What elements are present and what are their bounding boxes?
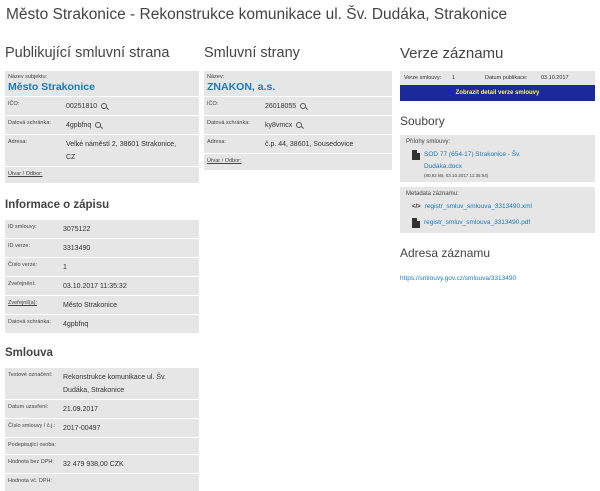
publisher-ds: 4gpbfnq	[63, 116, 104, 134]
xml-item[interactable]: </> registr_smluv_smlouva_3313490.xml	[412, 201, 591, 213]
party-ds: ky8vmcx	[262, 116, 305, 134]
info-value: 1	[63, 264, 67, 271]
party-address: č.p. 44, 38601, Sousedovice	[265, 141, 354, 148]
metadata-box: Metadata záznamu: </> registr_smluv_smlo…	[400, 187, 595, 233]
publisher-box: Název subjektu: Město Strakonice IČO: 00…	[5, 71, 199, 183]
info-value: 03.10.2017 11:35:32	[63, 283, 127, 290]
publisher-ico: 00251810	[63, 97, 110, 115]
party-name-label: Název:	[207, 74, 225, 80]
contract-label: Datum uzavření:	[8, 404, 49, 410]
info-label: Číslo verze:	[8, 262, 38, 268]
party-ds-label: Datová schránka:	[207, 120, 250, 126]
version-box: Verze smlouvy: 1 Datum publikace: 03.10.…	[400, 71, 595, 85]
info-label: Zveřejnění:	[8, 281, 36, 287]
contract-label: Hodnota vč. DPH:	[8, 478, 53, 484]
publication-date: 03.10.2017	[541, 75, 569, 81]
middle-column: Smluvní strany Název: ZNAKON, a.s. IČO: …	[204, 45, 392, 170]
contract-label: Hodnota bez DPH:	[8, 459, 54, 465]
info-heading: Informace o zápisu	[5, 199, 110, 211]
contract-value	[60, 438, 66, 454]
files-heading: Soubory	[400, 114, 445, 128]
party-ico: 26018055	[262, 97, 309, 115]
metadata-label: Metadata záznamu:	[406, 191, 459, 197]
version-label: Verze smlouvy:	[404, 75, 442, 81]
contract-value: 32 479 938,00 CZK	[63, 461, 124, 468]
publisher-name-label: Název subjektu:	[8, 74, 48, 80]
info-box: ID smlouvy: 3075122 ID verze: 3313490 Čísl…	[5, 220, 199, 333]
contract-label: Podepisující osoba:	[8, 442, 57, 448]
search-icon[interactable]	[300, 103, 307, 109]
pdf-item[interactable]: registr_smluv_smlouva_3313490.pdf	[412, 217, 591, 229]
publisher-heading: Publikující smluvní strana	[5, 45, 170, 61]
publication-date-label: Datum publikace:	[485, 75, 528, 81]
parties-heading: Smluvní strany	[204, 45, 300, 61]
publisher-ds-label: Datová schránka:	[8, 120, 51, 126]
record-address-heading: Adresa záznamu	[400, 246, 491, 260]
party-unit-label[interactable]: Útvar / Odbor:	[204, 154, 245, 170]
pdf-link[interactable]: registr_smluv_smlouva_3313490.pdf	[424, 217, 530, 229]
attachments-label: Přílohy smlouvy:	[406, 139, 451, 145]
party-address-label: Adresa:	[207, 139, 226, 145]
attachments-box: Přílohy smlouvy: SOD 77 (654-17) Strakon…	[400, 135, 595, 182]
contract-heading: Smlouva	[5, 347, 53, 359]
contract-value	[60, 474, 66, 491]
info-value: 3075122	[63, 226, 91, 233]
info-label: Datová schránka:	[8, 319, 51, 325]
attachment-meta: (80,92 kB, 03.10.2017 11:35:54)	[424, 173, 489, 178]
search-icon[interactable]	[296, 122, 303, 128]
search-icon[interactable]	[101, 103, 108, 109]
party-ico-label: IČO:	[207, 101, 219, 107]
publisher-ico-label: IČO:	[8, 101, 20, 107]
page-title: Město Strakonice - Rekonstrukce komunika…	[6, 6, 508, 23]
info-value: 3313490	[63, 245, 91, 252]
publisher-address: Velké náměstí 2, 38601 Strakonice, CZ	[66, 141, 177, 161]
party-name[interactable]: ZNAKON, a.s.	[204, 80, 392, 96]
contract-value: 2017-00497	[63, 425, 101, 432]
code-icon: </>	[412, 204, 421, 210]
publisher-address-label: Adresa:	[8, 139, 27, 145]
attachment-link[interactable]: SOD 77 (654-17) Strakonice - Šv. Dudáka.…	[424, 149, 544, 173]
contract-value: Rekonstrukce komunikace ul. Šv. Dudáka, …	[63, 374, 166, 394]
search-icon[interactable]	[95, 122, 102, 128]
record-address-link[interactable]: https://smlouvy.gov.cz/smlouva/3313490	[400, 275, 516, 282]
contract-value: 21.09.2017	[63, 406, 99, 413]
parties-box: Název: ZNAKON, a.s. IČO: 26018055 Datová…	[204, 71, 392, 170]
contract-label: Textové označení:	[8, 372, 53, 378]
publisher-unit-label[interactable]: Útvar / Odbor:	[5, 167, 46, 183]
contract-label: Číslo smlouvy / č.j.:	[8, 423, 56, 429]
info-label: ID smlouvy:	[8, 224, 37, 230]
version-detail-button[interactable]: Zobrazit detail verze smlouvy	[400, 85, 595, 101]
info-label[interactable]: Zveřejnil(a):	[5, 296, 60, 314]
attachment-item[interactable]: SOD 77 (654-17) Strakonice - Šv. Dudáka.…	[412, 149, 591, 173]
pdf-icon	[412, 218, 420, 228]
info-label: ID verze:	[8, 243, 31, 249]
info-value: 4gpbfnq	[63, 321, 89, 328]
left-column: Publikující smluvní strana Název subjekt…	[5, 45, 199, 491]
info-value: Město Strakonice	[63, 302, 118, 309]
contract-box: Textové označení: Rekonstrukce komunikace…	[5, 368, 199, 491]
document-icon	[412, 150, 420, 160]
right-column: Verze záznamu Verze smlouvy: 1 Datum pub…	[400, 45, 595, 285]
version-heading: Verze záznamu	[400, 45, 504, 62]
publisher-name[interactable]: Město Strakonice	[5, 80, 199, 96]
version-value: 1	[452, 75, 456, 81]
xml-link[interactable]: registr_smluv_smlouva_3313490.xml	[425, 201, 532, 213]
